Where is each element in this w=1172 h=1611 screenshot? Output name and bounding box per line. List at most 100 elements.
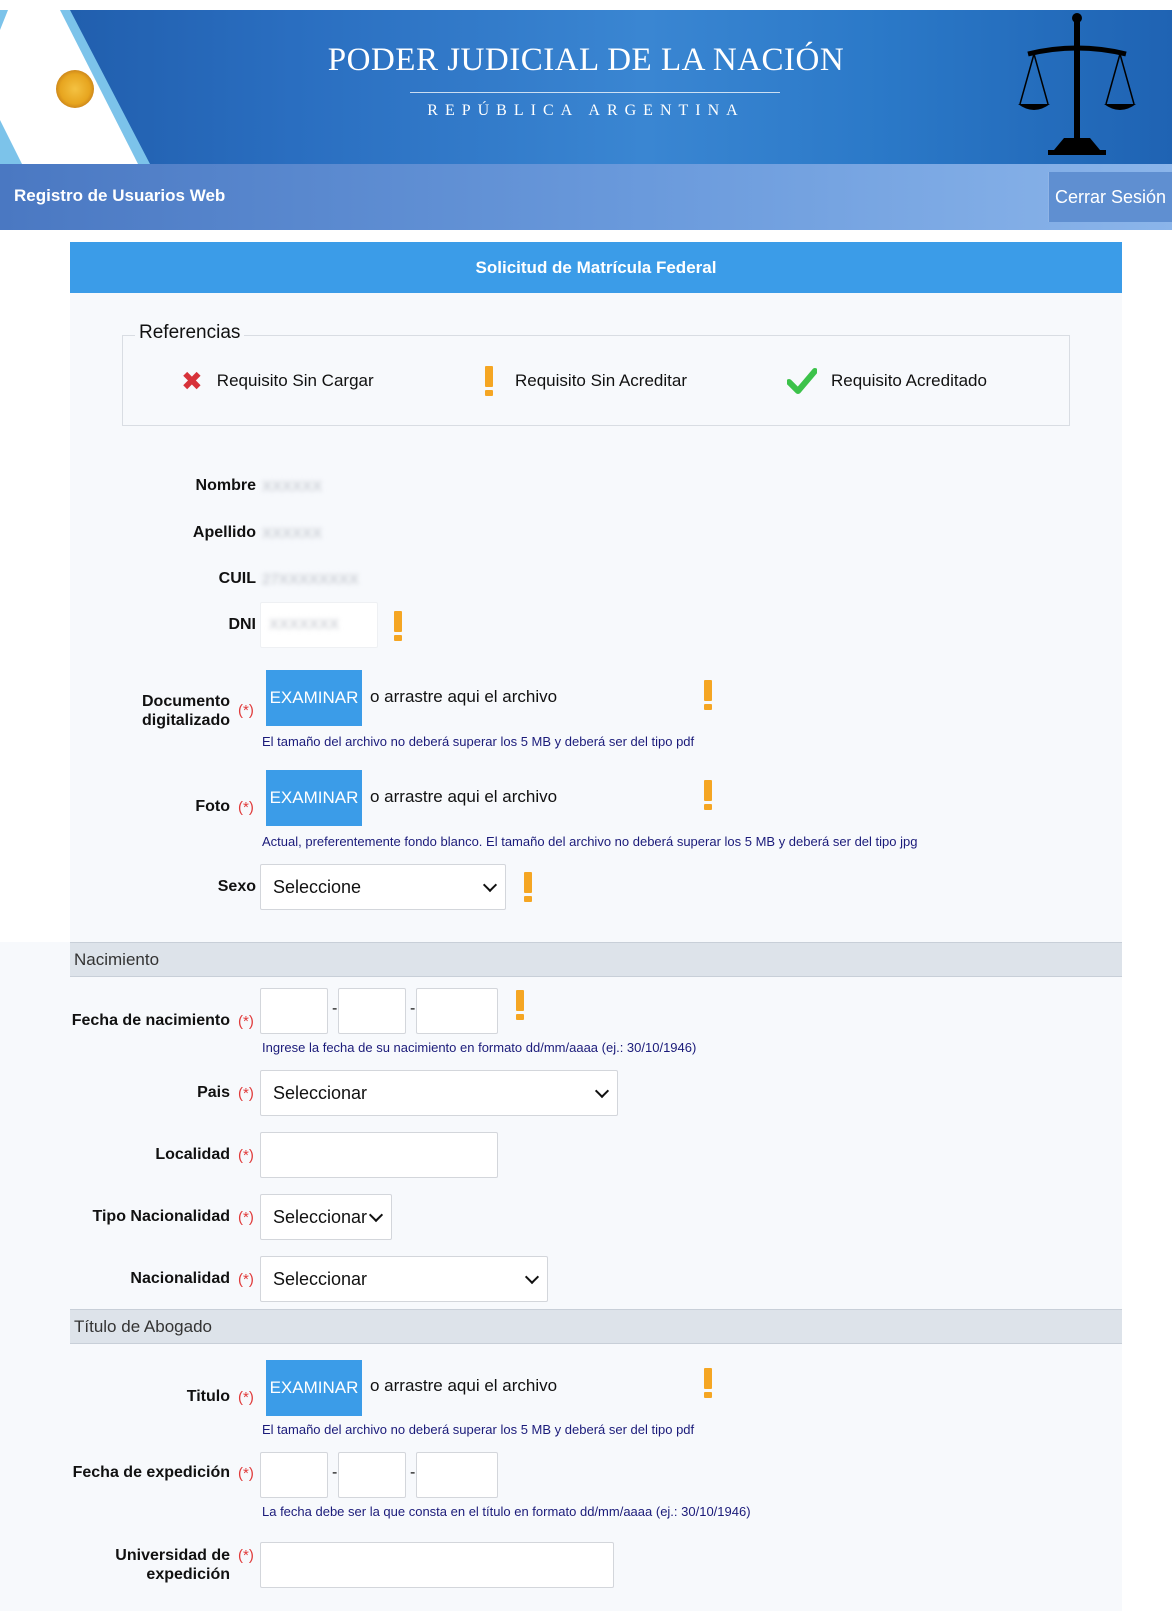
universidad-label-line1: Universidad de bbox=[115, 1547, 230, 1564]
universidad-label-line2: expedición bbox=[146, 1566, 230, 1583]
nombre-label: Nombre bbox=[195, 477, 256, 494]
chevron-down-icon bbox=[524, 1269, 540, 1285]
reference-not-accredited: Requisito Sin Acreditar bbox=[485, 366, 687, 396]
sexo-selected: Seleccione bbox=[273, 877, 362, 897]
required-mark: (*) bbox=[238, 799, 254, 816]
sexo-label: Sexo bbox=[217, 878, 256, 895]
chevron-down-icon bbox=[594, 1083, 610, 1099]
birth-day-input[interactable] bbox=[260, 988, 328, 1034]
fecha-nacimiento-hint: Ingrese la fecha de su nacimiento en for… bbox=[262, 1040, 697, 1055]
fecha-expedicion-hint: La fecha debe ser la que consta en el tí… bbox=[262, 1504, 751, 1519]
expedicion-month-input[interactable] bbox=[338, 1452, 406, 1498]
warning-icon bbox=[394, 611, 402, 641]
warning-icon bbox=[704, 680, 712, 710]
required-mark: (*) bbox=[238, 1389, 254, 1406]
top-navbar: Registro de Usuarios Web Cerrar Sesión bbox=[0, 164, 1172, 230]
universidad-label: Universidad de expedición bbox=[70, 1546, 230, 1584]
check-icon bbox=[787, 368, 817, 394]
foto-hint: Actual, preferentemente fondo blanco. El… bbox=[262, 834, 918, 849]
required-mark: (*) bbox=[238, 1147, 254, 1164]
documento-label: Documento digitalizado bbox=[70, 692, 230, 730]
x-icon: ✖ bbox=[181, 366, 203, 396]
nav-title[interactable]: Registro de Usuarios Web bbox=[14, 186, 225, 206]
site-subtitle: REPÚBLICA ARGENTINA bbox=[427, 102, 745, 119]
logout-button[interactable]: Cerrar Sesión bbox=[1048, 172, 1172, 222]
dni-field: XXXXXXX bbox=[260, 602, 378, 648]
required-mark: (*) bbox=[238, 1013, 254, 1030]
section-titulo-abogado: Título de Abogado bbox=[70, 1309, 1122, 1344]
date-separator: - bbox=[332, 1464, 338, 1481]
warning-icon bbox=[704, 1368, 712, 1398]
nacionalidad-select[interactable]: Seleccionar bbox=[260, 1256, 548, 1302]
documento-label-line1: Documento bbox=[142, 693, 230, 710]
cuil-value: 27XXXXXXXX bbox=[262, 571, 359, 588]
reference-label: Requisito Acreditado bbox=[831, 371, 987, 390]
documento-hint: El tamaño del archivo no deberá superar … bbox=[262, 734, 695, 749]
titulo-hint: El tamaño del archivo no deberá superar … bbox=[262, 1422, 695, 1437]
nacionalidad-label: Nacionalidad bbox=[130, 1270, 230, 1287]
foto-browse-button[interactable]: EXAMINAR bbox=[266, 770, 362, 826]
required-mark: (*) bbox=[238, 1547, 254, 1564]
sexo-select[interactable]: Seleccione bbox=[260, 864, 506, 910]
apellido-value: XXXXXX bbox=[262, 525, 323, 542]
pais-label: Pais bbox=[197, 1084, 230, 1101]
nombre-value: XXXXXX bbox=[262, 478, 323, 495]
date-separator: - bbox=[410, 1464, 416, 1481]
date-separator: - bbox=[332, 1000, 338, 1017]
documento-browse-button[interactable]: EXAMINAR bbox=[266, 670, 362, 726]
fecha-expedicion-label: Fecha de expedición bbox=[72, 1464, 230, 1481]
warning-icon bbox=[485, 366, 493, 396]
section-nacimiento: Nacimiento bbox=[70, 942, 1122, 977]
titulo-drop-zone[interactable]: o arrastre aqui el archivo bbox=[370, 1376, 557, 1396]
localidad-label: Localidad bbox=[155, 1146, 230, 1163]
scales-of-justice-icon bbox=[1018, 13, 1136, 155]
foto-label: Foto bbox=[195, 798, 230, 815]
required-mark: (*) bbox=[238, 1209, 254, 1226]
header-banner: PODER JUDICIAL DE LA NACIÓN REPÚBLICA AR… bbox=[0, 10, 1172, 164]
warning-icon bbox=[704, 780, 712, 810]
birth-month-input[interactable] bbox=[338, 988, 406, 1034]
apellido-label: Apellido bbox=[192, 524, 256, 541]
references-box: Referencias ✖ Requisito Sin Cargar Requi… bbox=[122, 322, 1070, 426]
tipo-nacionalidad-selected: Seleccionar bbox=[273, 1207, 368, 1227]
title-divider bbox=[410, 92, 780, 93]
foto-drop-zone[interactable]: o arrastre aqui el archivo bbox=[370, 787, 557, 807]
pais-select[interactable]: Seleccionar bbox=[260, 1070, 618, 1116]
chevron-down-icon bbox=[482, 877, 498, 893]
required-mark: (*) bbox=[238, 702, 254, 719]
pais-selected: Seleccionar bbox=[273, 1083, 368, 1103]
cuil-label: CUIL bbox=[218, 570, 256, 587]
dni-label: DNI bbox=[228, 616, 256, 633]
fecha-nacimiento-label: Fecha de nacimiento bbox=[71, 1012, 230, 1029]
nacionalidad-selected: Seleccionar bbox=[273, 1269, 368, 1289]
flag-stripe bbox=[0, 10, 150, 164]
localidad-input[interactable] bbox=[260, 1132, 498, 1178]
tipo-nacionalidad-label: Tipo Nacionalidad bbox=[92, 1208, 231, 1225]
references-legend: Referencias bbox=[135, 322, 245, 344]
date-separator: - bbox=[410, 1000, 416, 1017]
form-title: Solicitud de Matrícula Federal bbox=[70, 242, 1122, 293]
left-strip bbox=[0, 942, 70, 1611]
titulo-browse-button[interactable]: EXAMINAR bbox=[266, 1360, 362, 1416]
reference-label: Requisito Sin Acreditar bbox=[515, 371, 687, 390]
site-title: PODER JUDICIAL DE LA NACIÓN bbox=[327, 42, 845, 78]
warning-icon bbox=[524, 872, 532, 902]
documento-drop-zone[interactable]: o arrastre aqui el archivo bbox=[370, 687, 557, 707]
titulo-label: Titulo bbox=[186, 1388, 230, 1405]
dni-value: XXXXXXX bbox=[269, 616, 340, 633]
form-panel: Solicitud de Matrícula Federal Referenci… bbox=[70, 242, 1122, 1611]
tipo-nacionalidad-select[interactable]: Seleccionar bbox=[260, 1194, 392, 1240]
documento-label-line2: digitalizado bbox=[142, 712, 230, 729]
reference-accredited: Requisito Acreditado bbox=[787, 366, 987, 396]
required-mark: (*) bbox=[238, 1085, 254, 1102]
expedicion-year-input[interactable] bbox=[416, 1452, 498, 1498]
birth-year-input[interactable] bbox=[416, 988, 498, 1034]
required-mark: (*) bbox=[238, 1465, 254, 1482]
reference-label: Requisito Sin Cargar bbox=[216, 371, 374, 390]
chevron-down-icon bbox=[368, 1207, 384, 1223]
required-mark: (*) bbox=[238, 1271, 254, 1288]
warning-icon bbox=[516, 990, 524, 1020]
expedicion-day-input[interactable] bbox=[260, 1452, 328, 1498]
reference-not-loaded: ✖ Requisito Sin Cargar bbox=[181, 366, 374, 396]
universidad-input[interactable] bbox=[260, 1542, 614, 1588]
